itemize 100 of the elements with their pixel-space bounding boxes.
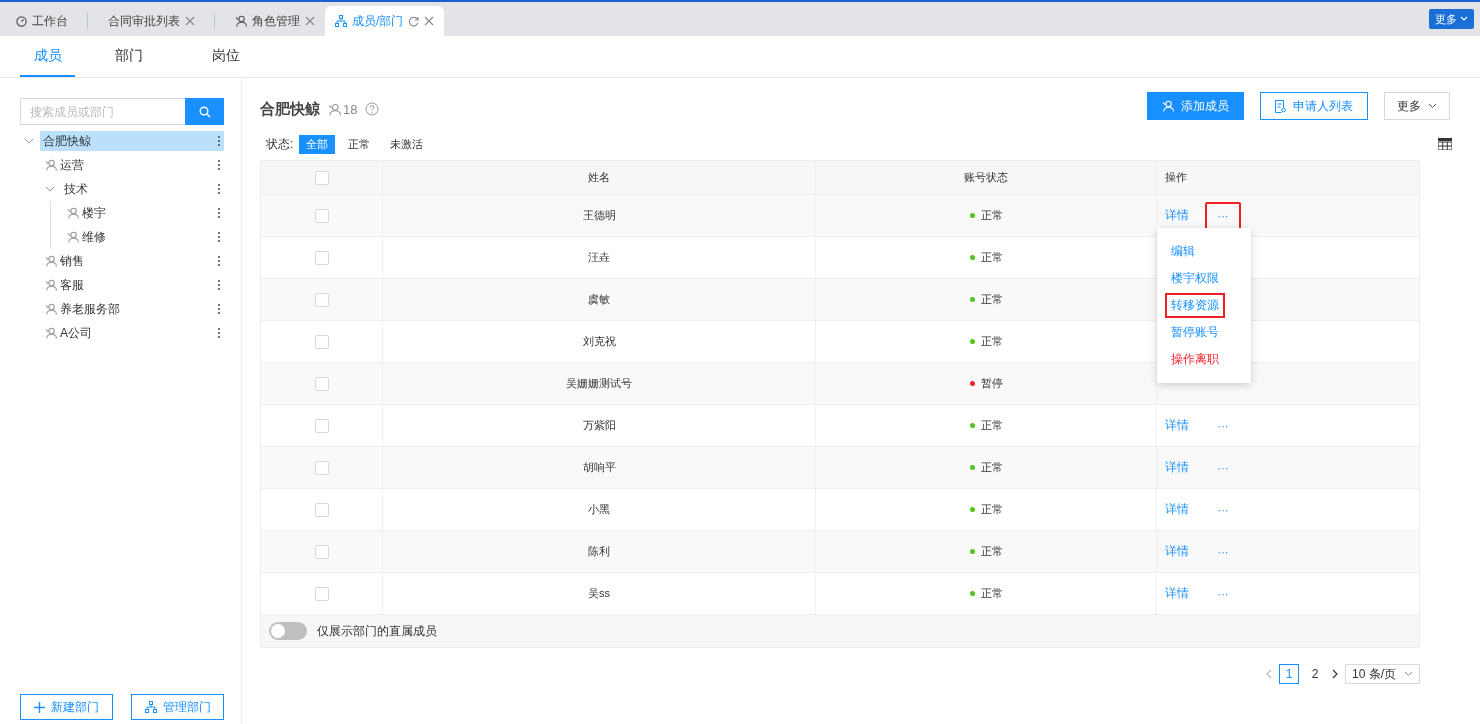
- table-cell: 吴ss: [588, 586, 610, 601]
- caret-down-icon: [1460, 16, 1468, 22]
- row-checkbox[interactable]: [314, 502, 329, 517]
- menu-item[interactable]: 暂停账号: [1165, 320, 1225, 345]
- page-size-select[interactable]: 10 条/页: [1345, 664, 1420, 684]
- details-link[interactable]: 详情: [1165, 585, 1189, 602]
- tab[interactable]: 成员/部门: [325, 6, 445, 36]
- tree-item[interactable]: 客服: [57, 275, 224, 295]
- menu-item[interactable]: 操作离职: [1165, 347, 1225, 372]
- status-text: 正常: [969, 292, 1003, 307]
- kebab-menu-icon[interactable]: [217, 159, 221, 171]
- details-link[interactable]: 详情: [1165, 501, 1189, 518]
- status-text: 正常: [969, 418, 1003, 433]
- toggle-switch[interactable]: [269, 622, 307, 640]
- next-page-icon[interactable]: [1331, 669, 1339, 679]
- document-icon: [1275, 99, 1286, 113]
- previous-page-icon[interactable]: [1265, 669, 1273, 679]
- tree-item[interactable]: 销售: [57, 251, 224, 271]
- kebab-menu-icon[interactable]: [217, 231, 221, 243]
- more-button[interactable]: 更多: [1429, 9, 1474, 29]
- kebab-menu-icon[interactable]: [217, 327, 221, 339]
- action-button[interactable]: 申请人列表: [1260, 92, 1368, 120]
- table-cell: 刘克祝: [582, 334, 616, 349]
- table-settings-icon[interactable]: [1438, 138, 1452, 150]
- gauge-icon: [16, 15, 27, 27]
- tree-item[interactable]: 运营: [57, 155, 224, 175]
- tree-item[interactable]: 维修: [79, 227, 224, 247]
- details-link[interactable]: 详情: [1165, 543, 1189, 560]
- select-all-checkbox[interactable]: [314, 170, 329, 185]
- row-checkbox[interactable]: [314, 208, 329, 223]
- org-chart-icon: [335, 15, 347, 27]
- row-checkbox[interactable]: [314, 250, 329, 265]
- menu-item[interactable]: 转移资源: [1165, 293, 1225, 318]
- tab[interactable]: 部门: [75, 36, 170, 77]
- menu-item[interactable]: 楼宇权限: [1165, 266, 1225, 291]
- status-text: 正常: [969, 502, 1003, 517]
- tab[interactable]: 合同审批列表: [98, 6, 225, 36]
- search-button[interactable]: [185, 98, 224, 125]
- details-link[interactable]: 详情: [1165, 417, 1189, 434]
- user-icon: [45, 303, 57, 315]
- refresh-icon[interactable]: [408, 15, 420, 27]
- more-button[interactable]: ···: [1205, 495, 1241, 524]
- user-icon: [45, 255, 57, 267]
- user-icon: [67, 207, 79, 219]
- row-checkbox[interactable]: [314, 544, 329, 559]
- side-button[interactable]: 管理部门: [131, 694, 224, 720]
- close-icon[interactable]: [185, 16, 195, 26]
- tab[interactable]: 成员: [20, 36, 75, 77]
- status-text: 正常: [969, 250, 1003, 265]
- action-button[interactable]: 添加成员: [1147, 92, 1244, 120]
- row-checkbox[interactable]: [314, 586, 329, 601]
- more-button[interactable]: ···: [1205, 537, 1241, 566]
- tree-item[interactable]: 楼宇: [79, 203, 224, 223]
- row-checkbox[interactable]: [314, 334, 329, 349]
- kebab-menu-icon[interactable]: [217, 183, 221, 195]
- row-checkbox[interactable]: [314, 460, 329, 475]
- page-button[interactable]: 1: [1279, 664, 1299, 684]
- more-button[interactable]: ···: [1205, 411, 1241, 440]
- kebab-menu-icon[interactable]: [217, 207, 221, 219]
- table-cell: 吴姗姗测试号: [566, 376, 632, 391]
- tree-item[interactable]: A公司: [57, 323, 224, 343]
- tree-item[interactable]: 养老服务部: [57, 299, 224, 319]
- tab[interactable]: 工作台: [6, 6, 98, 36]
- tree-item[interactable]: 合肥快鲸: [40, 131, 224, 151]
- caret-down-icon[interactable]: [24, 136, 34, 146]
- kebab-menu-icon[interactable]: [217, 303, 221, 315]
- row-checkbox[interactable]: [314, 376, 329, 391]
- caret-down-icon[interactable]: [45, 184, 55, 194]
- user-icon: [45, 279, 57, 291]
- more-button[interactable]: ···: [1205, 579, 1241, 608]
- plus-icon: [34, 701, 45, 713]
- filter-option[interactable]: 未激活: [383, 134, 431, 154]
- status-text: 正常: [969, 208, 1003, 223]
- close-icon[interactable]: [424, 16, 435, 26]
- table-cell: 虞敏: [588, 292, 610, 307]
- details-link[interactable]: 详情: [1165, 207, 1189, 224]
- filter-option[interactable]: 全部: [299, 134, 336, 154]
- kebab-menu-icon[interactable]: [217, 255, 221, 267]
- menu-item[interactable]: 编辑: [1165, 239, 1201, 264]
- department-title: 合肥快鲸: [260, 99, 320, 119]
- close-icon[interactable]: [305, 16, 315, 26]
- tree-item[interactable]: 技术: [61, 179, 224, 199]
- side-button[interactable]: 新建部门: [20, 694, 113, 720]
- more-button[interactable]: ···: [1205, 453, 1241, 482]
- status-text: 正常: [969, 544, 1003, 559]
- filter-option[interactable]: 正常: [341, 134, 378, 154]
- filter-label: 状态:: [266, 135, 294, 153]
- action-button[interactable]: 更多: [1384, 92, 1450, 120]
- kebab-menu-icon[interactable]: [217, 279, 221, 291]
- details-link[interactable]: 详情: [1165, 459, 1189, 476]
- kebab-menu-icon[interactable]: [217, 135, 221, 147]
- tab[interactable]: 角色管理: [225, 6, 325, 36]
- search-field[interactable]: 搜索成员或部门: [20, 98, 185, 125]
- column-header: 姓名: [588, 170, 610, 185]
- user-icon: [235, 15, 247, 27]
- row-checkbox[interactable]: [314, 418, 329, 433]
- tab[interactable]: 岗位: [170, 36, 252, 77]
- row-checkbox[interactable]: [314, 292, 329, 307]
- org-chart-icon: [144, 701, 157, 713]
- search-icon: [198, 105, 211, 118]
